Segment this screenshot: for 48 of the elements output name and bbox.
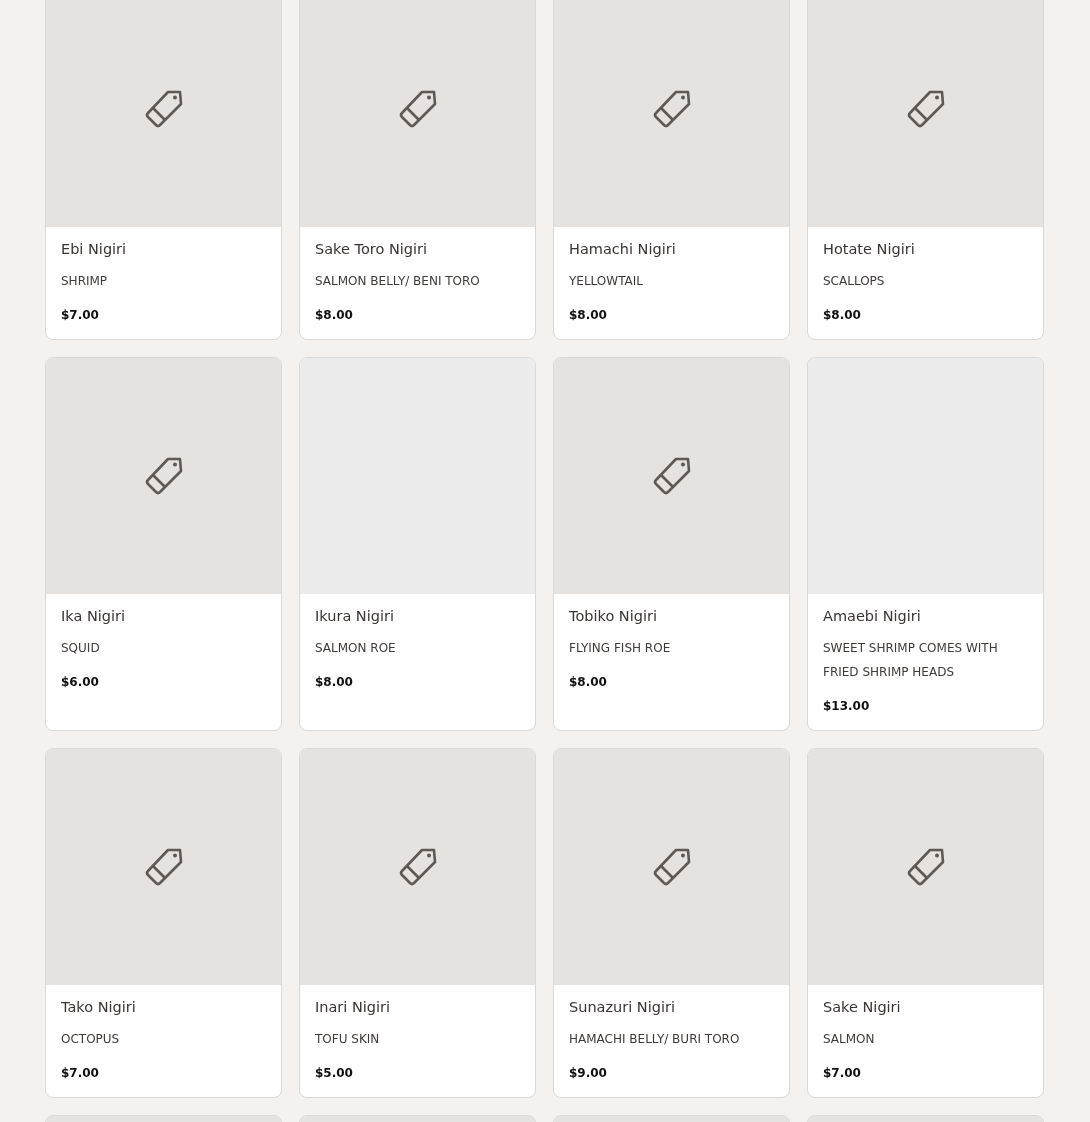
item-name: Ebi Nigiri [61,240,128,259]
item-price: $6.00 [61,674,100,691]
item-name: Inari Nigiri [315,998,392,1017]
item-price: $8.00 [823,307,862,324]
item-description: SQUID [61,640,101,657]
item-name: Sake Nigiri [823,998,902,1017]
item-price: $7.00 [61,1065,100,1082]
item-price: $8.00 [569,674,608,691]
menu-item-card[interactable]: Tobiko Nigiri FLYING FISH ROE $8.00 [553,357,790,731]
item-description: FLYING FISH ROE [569,640,672,657]
item-description: SALMON [823,1031,876,1048]
item-name: Hotate Nigiri [823,240,916,259]
item-price: $8.00 [315,307,354,324]
item-name: Sake Toro Nigiri [315,240,428,259]
item-price: $13.00 [823,698,871,715]
menu-item-card[interactable]: Amaebi Nigiri SWEET SHRIMP COMES WITH FRIED SHRIMP HEADS $13.00 [807,357,1044,731]
menu-item-card[interactable]: Tako Nigiri OCTOPUS $7.00 [45,748,282,1098]
menu-item-card[interactable]: Sake Nigiri SALMON $7.00 [807,748,1044,1098]
item-description: SHRIMP [61,273,109,290]
item-price: $8.00 [315,674,354,691]
menu-item-card[interactable]: Ika Nigiri SQUID $6.00 [45,357,282,731]
menu-item-card[interactable]: Inari Nigiri TOFU SKIN $5.00 [299,748,536,1098]
item-description: SCALLOPS [823,273,886,290]
item-description: YELLOWTAIL [569,273,644,290]
item-name: Tako Nigiri [61,998,137,1017]
item-description: SWEET SHRIMP COMES WITH FRIED SHRIMP HEADS [823,640,999,681]
item-price: $5.00 [315,1065,354,1082]
item-description: TOFU SKIN [315,1031,381,1048]
menu-item-card[interactable]: Ikura Nigiri SALMON ROE $8.00 [299,357,536,731]
item-name: Hamachi Nigiri [569,240,677,259]
menu-item-card[interactable]: Sake Toro Nigiri SALMON BELLY/ BENI TORO $8.00 [299,0,536,340]
item-description: SALMON ROE [315,640,397,657]
menu-item-card[interactable]: Sunazuri Nigiri HAMACHI BELLY/ BURI TORO $9.00 [553,748,790,1098]
item-description: HAMACHI BELLY/ BURI TORO [569,1031,741,1048]
item-price: $7.00 [61,307,100,324]
item-description: OCTOPUS [61,1031,121,1048]
item-price: $9.00 [569,1065,608,1082]
item-name: Ika Nigiri [61,607,126,626]
item-price: $8.00 [569,307,608,324]
item-name: Ikura Nigiri [315,607,395,626]
menu-item-card[interactable]: Hamachi Nigiri YELLOWTAIL $8.00 [553,0,790,340]
item-price: $7.00 [823,1065,862,1082]
menu-item-card[interactable]: Ebi Nigiri SHRIMP $7.00 [45,0,282,340]
item-description: SALMON BELLY/ BENI TORO [315,273,481,290]
menu-item-card[interactable]: Hotate Nigiri SCALLOPS $8.00 [807,0,1044,340]
item-name: Sunazuri Nigiri [569,998,676,1017]
item-name: Tobiko Nigiri [569,607,658,626]
item-name: Amaebi Nigiri [823,607,922,626]
